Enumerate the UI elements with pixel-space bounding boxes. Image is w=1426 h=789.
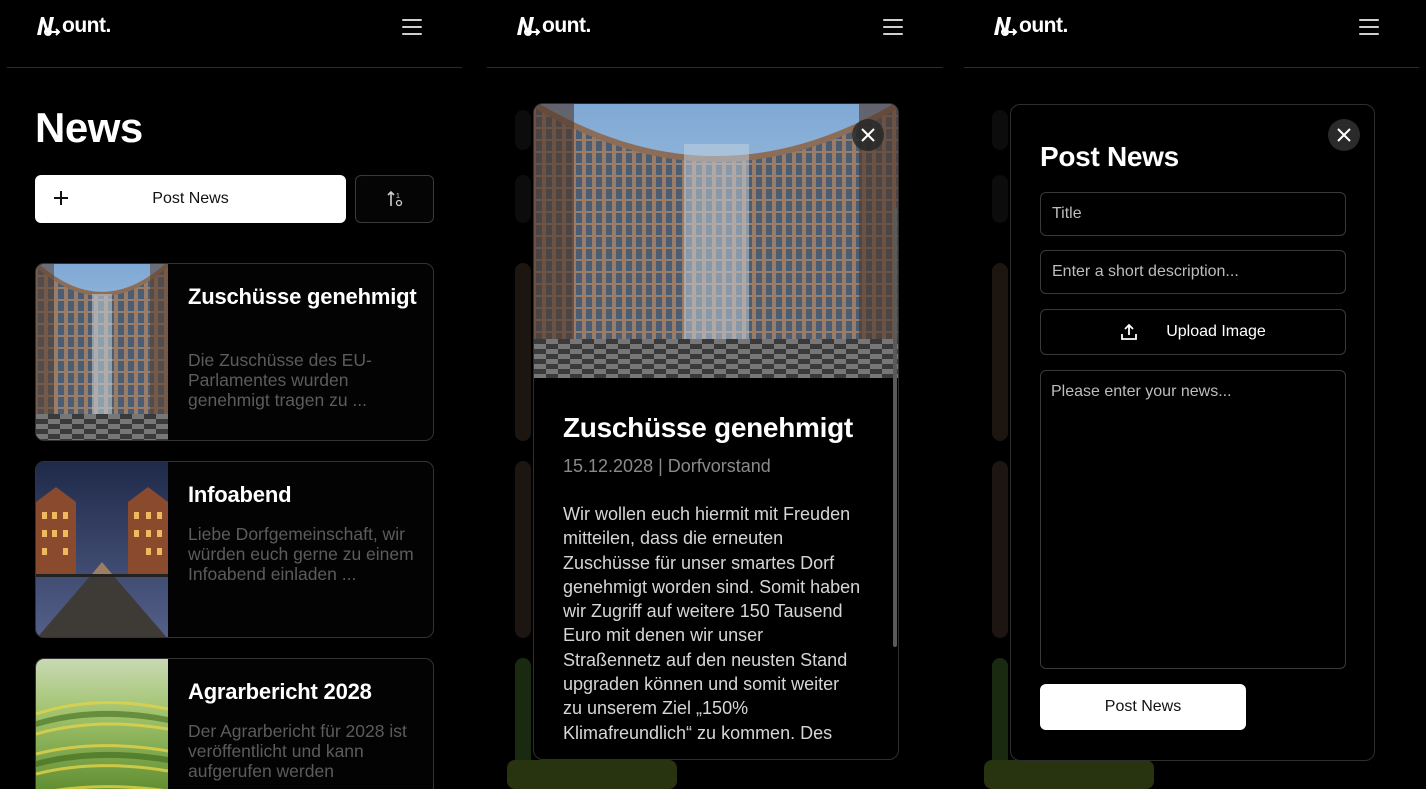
news-thumbnail-speicherstadt	[36, 462, 168, 637]
blurred-background	[515, 110, 531, 150]
news-list-screen: ount. News Post News 1 Zuschüsse genehmi…	[7, 0, 462, 789]
news-thumbnail-parliament	[36, 264, 168, 440]
sort-arrows-icon: 1	[386, 190, 402, 207]
news-content-textarea[interactable]	[1040, 370, 1346, 669]
news-detail-screen: ount. Zuschüsse genehmigt 15.12.2028 | D…	[487, 0, 943, 789]
logo-text: ount.	[1019, 14, 1068, 37]
upload-image-button[interactable]: Upload Image	[1040, 309, 1346, 355]
detail-body: Wir wollen euch hiermit mit Freuden mitt…	[563, 504, 861, 743]
blurred-background	[984, 760, 1154, 789]
top-bar: ount.	[487, 0, 943, 68]
news-card-description: Liebe Dorfgemeinschaft, wir würden euch …	[188, 524, 414, 584]
news-card-description: Die Zuschüsse des EU-Parlamentes wurden …	[188, 350, 372, 410]
logo-text: ount.	[62, 14, 111, 37]
n-with-arrow-logo-icon	[37, 17, 61, 36]
post-news-screen: ount. Post News Upload Image Post News	[964, 0, 1419, 789]
blurred-background	[515, 175, 531, 223]
blurred-background	[992, 175, 1008, 223]
blurred-background	[515, 263, 531, 441]
sort-button[interactable]: 1	[355, 175, 434, 223]
post-news-modal: Post News Upload Image Post News	[1010, 104, 1375, 761]
blurred-background	[515, 461, 531, 638]
blurred-background	[992, 263, 1008, 441]
hamburger-menu-icon[interactable]	[1359, 17, 1381, 37]
blurred-background	[507, 760, 677, 789]
title-input[interactable]	[1040, 192, 1346, 236]
app-logo[interactable]: ount.	[515, 14, 591, 38]
news-card[interactable]: Infoabend Liebe Dorfgemeinschaft, wir wü…	[35, 461, 434, 638]
news-card[interactable]: Zuschüsse genehmigt Die Zuschüsse des EU…	[35, 263, 434, 441]
upload-icon	[1121, 323, 1138, 340]
news-card-title: Agrarbericht 2028	[188, 679, 372, 704]
upload-image-label: Upload Image	[1166, 323, 1266, 340]
app-logo[interactable]: ount.	[992, 14, 1068, 38]
news-card-description: Der Agrarbericht für 2028 ist veröffentl…	[188, 721, 407, 781]
logo-text: ount.	[542, 14, 591, 37]
news-card[interactable]: Agrarbericht 2028 Der Agrarbericht für 2…	[35, 658, 434, 789]
post-news-button-label: Post News	[152, 190, 229, 207]
news-card-title: Zuschüsse genehmigt	[188, 284, 417, 309]
close-icon	[861, 128, 875, 142]
close-icon	[1337, 128, 1351, 142]
app-logo[interactable]: ount.	[35, 14, 111, 38]
blurred-background	[992, 461, 1008, 638]
close-form-button[interactable]	[1328, 119, 1360, 151]
close-detail-button[interactable]	[852, 119, 884, 151]
plus-icon	[54, 191, 68, 205]
post-news-button[interactable]: Post News	[35, 175, 346, 223]
description-input[interactable]	[1040, 250, 1346, 294]
svg-text:1: 1	[396, 193, 400, 200]
submit-post-button[interactable]: Post News	[1040, 684, 1246, 730]
n-with-arrow-logo-icon	[517, 17, 541, 36]
detail-scrollbar[interactable]	[893, 207, 897, 647]
news-detail-modal: Zuschüsse genehmigt 15.12.2028 | Dorfvor…	[533, 103, 899, 760]
hamburger-menu-icon[interactable]	[402, 17, 424, 37]
blurred-background	[992, 110, 1008, 150]
hamburger-menu-icon[interactable]	[883, 17, 905, 37]
form-title: Post News	[1040, 141, 1179, 172]
top-bar: ount.	[7, 0, 462, 68]
top-bar: ount.	[964, 0, 1419, 68]
n-with-arrow-logo-icon	[994, 17, 1018, 36]
news-card-title: Infoabend	[188, 482, 292, 507]
detail-title: Zuschüsse genehmigt	[563, 412, 853, 443]
page-title: News	[35, 104, 143, 151]
detail-meta: 15.12.2028 | Dorfvorstand	[563, 456, 771, 476]
news-thumbnail-terraces	[36, 659, 168, 789]
news-hero-image	[534, 104, 898, 378]
